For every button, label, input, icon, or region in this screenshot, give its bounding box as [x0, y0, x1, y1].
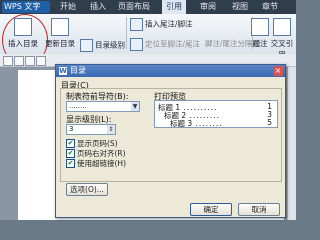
- footnote-icon: [130, 18, 143, 31]
- locate-footnote-button[interactable]: 定位至脚注/尾注: [130, 38, 200, 51]
- caption-icon: [251, 18, 269, 36]
- preview-heading-3: 标题 3: [170, 119, 193, 128]
- tab-view[interactable]: 视图: [232, 0, 248, 14]
- refresh-icon: [51, 18, 69, 36]
- spin-arrows-icon: ⇕: [107, 125, 115, 134]
- locate-footnote-label: 定位至脚注/尾注: [145, 39, 201, 49]
- ribbon: 插入目录 更新目录 目录级别 插入尾注/脚注 定位至脚注/尾注 脚注/尾注分隔线…: [0, 14, 296, 66]
- close-icon[interactable]: ×: [273, 66, 283, 76]
- locate-icon: [130, 38, 143, 51]
- checkmark-icon: ✔: [66, 149, 75, 158]
- checkmark-icon: ✔: [66, 159, 75, 168]
- wps-w-icon: W: [59, 66, 67, 75]
- ok-button[interactable]: 确定: [190, 203, 232, 216]
- insert-endnote-label: 插入尾注/脚注: [145, 19, 193, 29]
- update-toc-button[interactable]: 更新目录: [44, 18, 76, 49]
- use-hyperlinks-checkbox[interactable]: ✔ 使用超链接(H): [66, 158, 126, 169]
- list-icon: [80, 39, 93, 52]
- cancel-button[interactable]: 取消: [238, 203, 280, 216]
- dialog-title: 目录: [70, 66, 86, 75]
- leader-value: ........: [69, 102, 87, 110]
- dialog-title-bar: W 目录 ×: [56, 65, 285, 77]
- tab-review[interactable]: 审阅: [200, 0, 216, 14]
- open-icon[interactable]: [14, 56, 24, 66]
- save-icon[interactable]: [25, 56, 35, 66]
- toc-level-button[interactable]: 目录级别: [80, 39, 125, 52]
- checkmark-icon: ✔: [66, 139, 75, 148]
- caption-label: 题注: [252, 39, 268, 48]
- preview-page-3: 5: [267, 118, 272, 127]
- toc-dialog: W 目录 × 目录(C) 制表符前导符(B): ........ ▼ 显示级别(L…: [55, 64, 286, 218]
- print-preview-box: 标题 1 .......... 1 标题 2 ......... 3 标题 3 …: [154, 100, 278, 128]
- toc-level-label: 目录级别: [95, 40, 125, 50]
- options-button[interactable]: 选项(O)...: [66, 183, 108, 196]
- tab-chapter[interactable]: 章节: [262, 0, 278, 14]
- ribbon-divider: [126, 17, 127, 49]
- use-hyperlinks-label: 使用超链接(H): [77, 159, 126, 168]
- preview-line-3: 标题 3 ........ 5: [170, 118, 272, 128]
- tab-references[interactable]: 引用: [162, 0, 186, 14]
- cross-ref-icon: [273, 18, 291, 36]
- wps-logo[interactable]: WPS 文字: [2, 1, 50, 13]
- caption-button[interactable]: 题注: [250, 18, 270, 49]
- tab-insert[interactable]: 插入: [90, 0, 106, 14]
- vertical-scrollbar[interactable]: [287, 67, 296, 220]
- print-icon[interactable]: [36, 56, 46, 66]
- levels-value: 3: [69, 125, 74, 133]
- insert-footnote-button[interactable]: 插入尾注/脚注: [130, 18, 193, 31]
- new-icon[interactable]: [3, 56, 13, 66]
- levels-stepper[interactable]: 3 ⇕: [66, 124, 116, 135]
- update-toc-label: 更新目录: [45, 39, 75, 48]
- chevron-down-icon: ▼: [131, 102, 139, 111]
- title-bar: WPS 文字 开始 插入 页面布局 引用 审阅 视图 章节: [0, 0, 296, 14]
- tab-home[interactable]: 开始: [60, 0, 76, 14]
- tab-page-layout[interactable]: 页面布局: [118, 0, 150, 14]
- leader-select[interactable]: ........ ▼: [66, 101, 140, 112]
